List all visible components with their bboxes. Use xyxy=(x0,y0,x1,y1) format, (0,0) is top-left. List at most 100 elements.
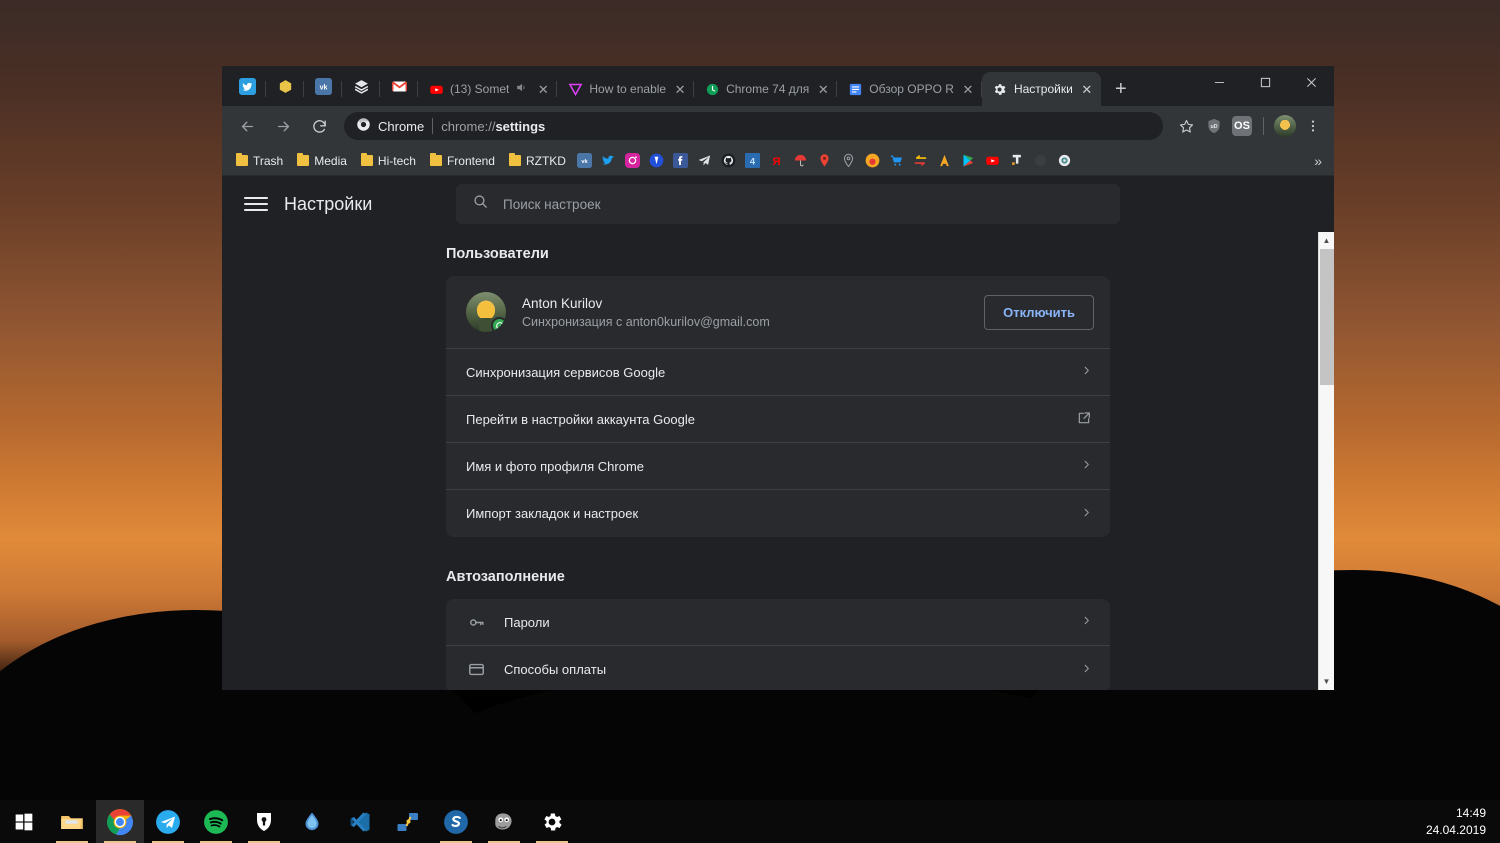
clock-green-icon xyxy=(704,81,720,97)
taskbar-telegram[interactable] xyxy=(144,800,192,843)
reload-button[interactable] xyxy=(305,112,333,140)
page-scrollbar[interactable]: ▲ ▼ xyxy=(1318,232,1334,690)
bookmark-channel4[interactable]: 4 xyxy=(742,149,764,173)
taskbar-google-chrome[interactable] xyxy=(96,800,144,843)
pinned-tab-hexagon[interactable] xyxy=(266,72,304,106)
search-input[interactable] xyxy=(503,196,1104,212)
bookmarks-overflow-button[interactable]: » xyxy=(1308,153,1328,169)
pinned-tab-layers[interactable] xyxy=(342,72,380,106)
bookmark-mts[interactable] xyxy=(862,149,884,173)
address-bar[interactable]: Chrome chrome://settings xyxy=(344,112,1163,140)
taskbar-visual-studio-code[interactable] xyxy=(336,800,384,843)
bookmark-folder-media[interactable]: Media xyxy=(291,152,353,170)
row-google-sync-services[interactable]: Синхронизация сервисов Google xyxy=(446,349,1110,396)
scroll-down-button[interactable]: ▼ xyxy=(1319,673,1334,690)
bookmark-target[interactable] xyxy=(1054,149,1076,173)
taskbar-clock[interactable]: 14:49 24.04.2019 xyxy=(1426,805,1486,837)
gmail-icon xyxy=(391,78,408,100)
forward-button[interactable] xyxy=(269,112,297,140)
folder-icon xyxy=(508,153,521,166)
chrome-menu-button[interactable] xyxy=(1300,113,1326,139)
disconnect-button[interactable]: Отключить xyxy=(984,294,1094,330)
bookmark-star-icon[interactable] xyxy=(1173,113,1199,139)
bookmark-twitter[interactable] xyxy=(598,149,620,173)
bookmark-maps-pin-red[interactable] xyxy=(814,149,836,173)
tab-chrome74[interactable]: Chrome 74 для ✕ xyxy=(694,72,838,106)
pinned-tab-gmail[interactable] xyxy=(380,72,418,106)
bookmark-jt[interactable] xyxy=(1006,149,1028,173)
bookmark-autodesk[interactable] xyxy=(934,149,956,173)
tab-youtube[interactable]: (13) Somet ✕ xyxy=(418,72,558,106)
tab-title: Обзор OPPO R xyxy=(869,82,954,96)
tab-how-to-enable[interactable]: How to enable ✕ xyxy=(557,72,694,106)
os-extension-icon[interactable]: OS xyxy=(1229,113,1255,139)
tab-close-icon[interactable]: ✕ xyxy=(672,81,688,97)
taskbar-spotify[interactable] xyxy=(192,800,240,843)
new-tab-button[interactable]: + xyxy=(1107,75,1135,103)
taskbar-rainmeter[interactable] xyxy=(288,800,336,843)
bookmark-maps-pin-gray[interactable] xyxy=(838,149,860,173)
settings-header: Настройки xyxy=(222,176,1334,232)
bookmark-folder-trash[interactable]: Trash xyxy=(230,152,289,170)
window-controls xyxy=(1196,66,1334,98)
bookmark-github[interactable] xyxy=(718,149,740,173)
bookmark-yandex[interactable]: Я xyxy=(766,149,788,173)
tab-close-icon[interactable]: ✕ xyxy=(535,81,551,97)
row-chrome-profile-name-photo[interactable]: Имя и фото профиля Chrome xyxy=(446,443,1110,490)
close-button[interactable] xyxy=(1288,66,1334,98)
bookmark-dark-circle[interactable] xyxy=(1030,149,1052,173)
settings-scroll-area: Пользователи Anton Kurilov Синхронизация… xyxy=(222,232,1318,690)
bookmark-facebook[interactable] xyxy=(670,149,692,173)
windows-start-icon[interactable] xyxy=(0,800,48,843)
url-path: settings xyxy=(495,118,546,134)
tab-oppo-review[interactable]: Обзор OPPO R ✕ xyxy=(837,72,982,106)
search-settings-box[interactable] xyxy=(456,184,1120,224)
bookmark-instagram[interactable] xyxy=(622,149,644,173)
taskbar-file-explorer[interactable] xyxy=(48,800,96,843)
row-payment-methods[interactable]: Способы оплаты xyxy=(446,646,1110,690)
bookmark-folder-hitech[interactable]: Hi-tech xyxy=(355,152,422,170)
scrollbar-thumb[interactable] xyxy=(1320,249,1334,385)
row-google-account-settings[interactable]: Перейти в настройки аккаунта Google xyxy=(446,396,1110,443)
ublock-origin-extension-icon[interactable]: uD xyxy=(1201,113,1227,139)
url-prefix: chrome:// xyxy=(441,118,496,134)
taskbar-network-tool[interactable] xyxy=(384,800,432,843)
bookmark-viber[interactable] xyxy=(646,149,668,173)
bookmark-youtube[interactable] xyxy=(982,149,1004,173)
chevron-right-icon xyxy=(1081,459,1092,473)
scroll-up-button[interactable]: ▲ xyxy=(1319,232,1334,249)
tab-close-icon[interactable]: ✕ xyxy=(960,81,976,97)
bookmark-swap-arrows[interactable] xyxy=(910,149,932,173)
pinned-tab-vk[interactable]: vk xyxy=(304,72,342,106)
bookmark-folder-frontend[interactable]: Frontend xyxy=(424,152,501,170)
taskbar-settings[interactable] xyxy=(528,800,576,843)
back-button[interactable] xyxy=(233,112,261,140)
bookmark-cart[interactable] xyxy=(886,149,908,173)
pinned-tab-twitter[interactable] xyxy=(228,72,266,106)
minimize-button[interactable] xyxy=(1196,66,1242,98)
taskbar-keepass[interactable] xyxy=(240,800,288,843)
taskbar-gimp[interactable] xyxy=(480,800,528,843)
taskbar-sublime-merge[interactable] xyxy=(432,800,480,843)
menu-icon[interactable] xyxy=(244,192,268,216)
maximize-button[interactable] xyxy=(1242,66,1288,98)
tab-close-icon[interactable]: ✕ xyxy=(1079,81,1095,97)
clock-date: 24.04.2019 xyxy=(1425,822,1486,837)
tab-audio-icon[interactable] xyxy=(515,81,529,97)
tab-close-icon[interactable]: ✕ xyxy=(815,81,831,97)
bookmark-umbrella[interactable] xyxy=(790,149,812,173)
bookmark-vk[interactable]: vk xyxy=(574,149,596,173)
autofill-card: Пароли Способы оплаты xyxy=(446,599,1110,690)
chrome-browser-window: vk (13) Somet ✕ How to enable ✕ Chrome 7… xyxy=(222,66,1334,690)
avatar[interactable] xyxy=(1272,113,1298,139)
bookmark-google-play[interactable] xyxy=(958,149,980,173)
sync-badge-icon xyxy=(491,317,506,332)
row-import-bookmarks-settings[interactable]: Импорт закладок и настроек xyxy=(446,490,1110,537)
profile-row[interactable]: Anton Kurilov Синхронизация с anton0kuri… xyxy=(446,276,1110,349)
bookmark-telegram[interactable] xyxy=(694,149,716,173)
row-passwords[interactable]: Пароли xyxy=(446,599,1110,646)
tab-settings[interactable]: Настройки ✕ xyxy=(981,72,1101,106)
search-icon xyxy=(472,193,489,215)
bookmark-folder-rztkd[interactable]: RZTKD xyxy=(503,152,572,170)
folder-icon xyxy=(297,153,310,166)
